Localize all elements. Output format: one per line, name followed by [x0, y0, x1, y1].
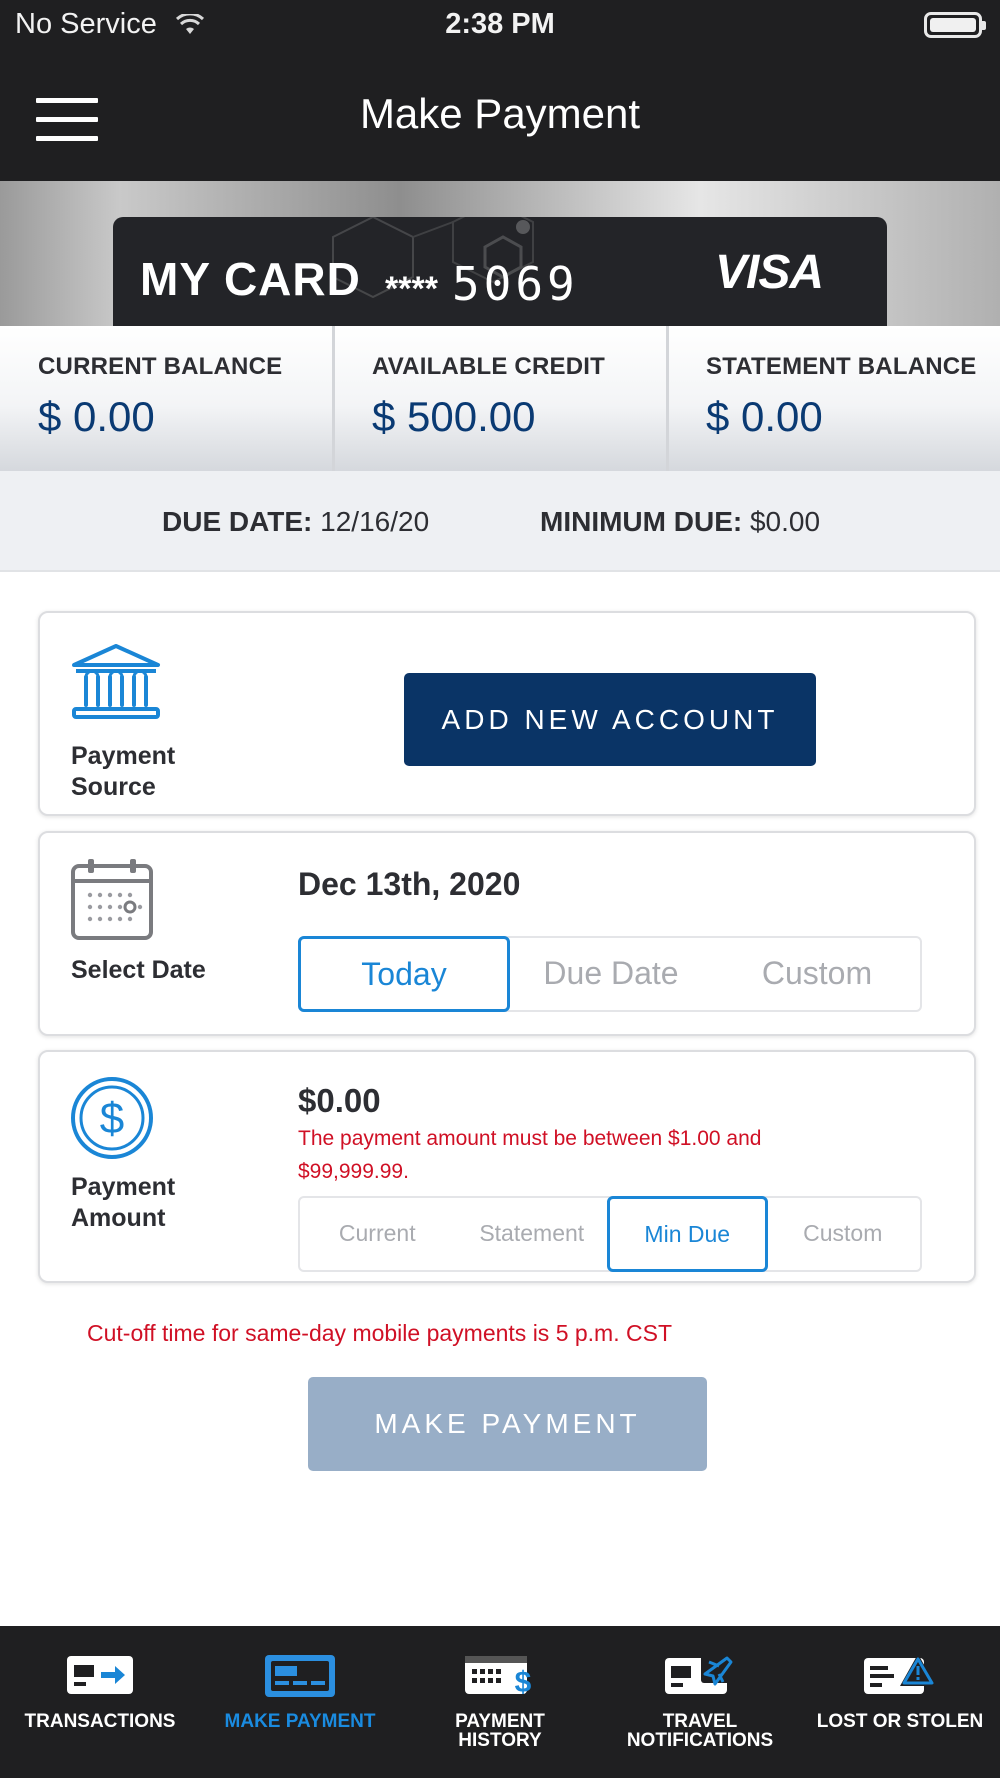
payment-amount-value: $0.00	[298, 1082, 381, 1119]
card-number-mask: ****	[385, 270, 438, 308]
card-number: **** 5069	[385, 257, 579, 311]
due-date-value: 12/16/20	[320, 506, 430, 537]
bottom-tab-bar: TRANSACTIONS MAKE PAYMENT $ PAYMENT HIST…	[0, 1626, 1000, 1778]
add-new-account-button[interactable]: ADD NEW ACCOUNT	[404, 673, 816, 766]
tab-lost-or-stolen[interactable]: LOST OR STOLEN	[800, 1626, 1000, 1778]
minimum-due-label: MINIMUM DUE:	[540, 506, 743, 537]
balance-label: AVAILABLE CREDIT	[372, 353, 605, 380]
amount-option-statement[interactable]: Statement	[455, 1198, 610, 1270]
payment-amount-label: Payment Amount	[71, 1172, 175, 1234]
balances-row: CURRENT BALANCE $ 0.00 AVAILABLE CREDIT …	[0, 326, 1000, 471]
balance-value: $ 0.00	[706, 393, 823, 440]
amount-option-custom[interactable]: Custom	[766, 1198, 921, 1270]
due-date: DUE DATE: 12/16/20	[162, 506, 429, 538]
select-date-label: Select Date	[71, 956, 206, 984]
calendar-icon	[71, 859, 153, 940]
label-line: Payment	[71, 1173, 176, 1201]
statement-balance: STATEMENT BALANCE $ 0.00	[666, 326, 1000, 471]
tab-label-line: PAYMENT	[455, 1711, 545, 1732]
available-credit: AVAILABLE CREDIT $ 500.00	[332, 326, 666, 471]
page-title: Make Payment	[359, 90, 641, 137]
minimum-due: MINIMUM DUE: $0.00	[540, 506, 820, 538]
payment-source-label: Payment Source	[71, 741, 175, 803]
dollar-circle-icon: $	[71, 1077, 153, 1159]
select-date-panel: Select Date Dec 13th, 2020 Today Due Dat…	[38, 831, 976, 1036]
tab-label-line: MAKE PAYMENT	[224, 1711, 376, 1732]
tab-transactions[interactable]: TRANSACTIONS	[0, 1626, 200, 1778]
svg-text:$: $	[515, 1666, 532, 1698]
battery-icon	[924, 12, 986, 38]
svg-text:$: $	[100, 1094, 124, 1143]
tab-label: PAYMENT HISTORY	[400, 1712, 600, 1750]
date-option-today[interactable]: Today	[298, 936, 510, 1012]
minimum-due-value: $0.00	[749, 506, 821, 537]
lost-or-stolen-icon	[864, 1654, 936, 1694]
card-last4: 5069	[451, 257, 579, 311]
label-line: Source	[71, 773, 156, 801]
card-banner: MY CARD **** 5069 VISA	[0, 181, 1000, 326]
tab-label: MAKE PAYMENT	[200, 1712, 400, 1731]
tab-label: TRANSACTIONS	[0, 1712, 200, 1731]
tab-label: TRAVEL NOTIFICATIONS	[600, 1712, 800, 1750]
amount-option-min-due[interactable]: Min Due	[607, 1196, 768, 1272]
bank-icon	[72, 644, 160, 719]
make-payment-button[interactable]: MAKE PAYMENT	[308, 1377, 707, 1471]
visa-logo: VISA	[714, 246, 824, 299]
nav-bar: Make Payment	[0, 50, 1000, 181]
payment-source-panel: Payment Source ADD NEW ACCOUNT	[38, 611, 976, 816]
amount-option-current[interactable]: Current	[300, 1198, 455, 1270]
tab-travel-notifications[interactable]: TRAVEL NOTIFICATIONS	[600, 1626, 800, 1778]
tab-label-line: LOST OR STOLEN	[816, 1711, 984, 1732]
tab-label-line: TRAVEL	[662, 1711, 738, 1732]
balance-label: CURRENT BALANCE	[38, 353, 283, 380]
payment-amount-error: The payment amount must be between $1.00…	[298, 1127, 762, 1183]
clock: 2:38 PM	[445, 8, 555, 40]
transactions-icon	[67, 1656, 133, 1694]
balance-label: STATEMENT BALANCE	[706, 353, 977, 380]
current-balance: CURRENT BALANCE $ 0.00	[0, 326, 332, 471]
status-bar: No Service 2:38 PM	[0, 0, 1000, 50]
card-image: MY CARD **** 5069 VISA	[113, 217, 887, 326]
payment-amount-panel: $ Payment Amount $0.00 The payment amoun…	[38, 1050, 976, 1283]
tab-label-line: HISTORY	[458, 1730, 542, 1751]
card-name: MY CARD	[140, 253, 361, 305]
label-line: Payment	[71, 742, 176, 770]
amount-segmented-control: Current Statement Min Due Custom	[298, 1196, 922, 1272]
make-payment-icon	[265, 1655, 335, 1697]
payment-history-icon: $	[465, 1656, 532, 1698]
label-line: Amount	[71, 1204, 166, 1232]
balance-value: $ 500.00	[372, 393, 536, 440]
travel-notifications-icon	[665, 1653, 735, 1694]
due-date-label: DUE DATE:	[162, 506, 313, 537]
tab-label-line: TRANSACTIONS	[24, 1711, 176, 1732]
tab-label-line: NOTIFICATIONS	[626, 1730, 774, 1751]
due-info-row: DUE DATE: 12/16/20 MINIMUM DUE: $0.00	[0, 471, 1000, 572]
balance-value: $ 0.00	[38, 393, 155, 440]
tab-make-payment[interactable]: MAKE PAYMENT	[200, 1626, 400, 1778]
tab-payment-history[interactable]: $ PAYMENT HISTORY	[400, 1626, 600, 1778]
date-segmented-control: Today Due Date Custom	[298, 936, 922, 1012]
tab-label: LOST OR STOLEN	[800, 1712, 1000, 1731]
date-option-due-date[interactable]: Due Date	[508, 938, 714, 1010]
selected-date-value: Dec 13th, 2020	[298, 866, 521, 902]
date-option-custom[interactable]: Custom	[714, 938, 920, 1010]
cutoff-notice: Cut-off time for same-day mobile payment…	[87, 1320, 672, 1346]
